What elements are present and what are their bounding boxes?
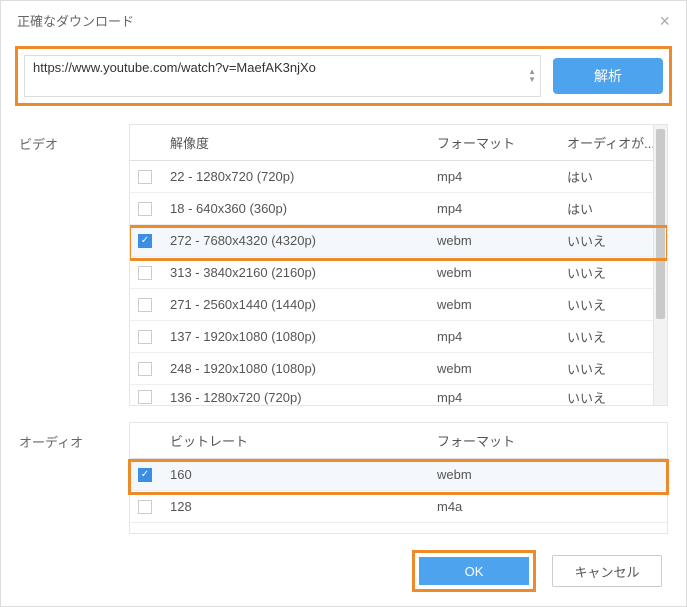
audio-section-label: オーディオ: [19, 422, 129, 534]
cell-audio: はい: [567, 167, 667, 186]
cell-audio: いいえ: [567, 295, 667, 314]
cancel-button[interactable]: キャンセル: [552, 555, 662, 587]
col-header-resolution: 解像度: [170, 133, 437, 152]
table-row[interactable]: [130, 523, 667, 533]
ok-button[interactable]: OK: [419, 557, 529, 585]
cell-resolution: 22 - 1280x720 (720p): [170, 169, 437, 184]
checkbox[interactable]: ✓: [138, 234, 152, 248]
cell-audio: いいえ: [567, 388, 667, 407]
ok-highlight: OK: [412, 550, 536, 592]
cell-resolution: 313 - 3840x2160 (2160p): [170, 265, 437, 280]
cell-format: webm: [437, 361, 567, 376]
video-section-label: ビデオ: [19, 124, 129, 406]
cell-audio: いいえ: [567, 231, 667, 250]
col-header-audio: オーディオが...: [567, 133, 667, 152]
col-header-bitrate: ビットレート: [170, 431, 437, 450]
window-title: 正確なダウンロード: [17, 11, 134, 30]
scroll-thumb[interactable]: [656, 129, 665, 319]
url-input[interactable]: https://www.youtube.com/watch?v=MaefAK3n…: [24, 55, 541, 97]
table-row[interactable]: 137 - 1920x1080 (1080p)mp4いいえ: [130, 321, 667, 353]
cell-resolution: 248 - 1920x1080 (1080p): [170, 361, 437, 376]
table-row[interactable]: 271 - 2560x1440 (1440p)webmいいえ: [130, 289, 667, 321]
analyze-button[interactable]: 解析: [553, 58, 663, 94]
cell-aformat: m4a: [437, 499, 667, 514]
cell-format: webm: [437, 233, 567, 248]
checkbox[interactable]: [138, 298, 152, 312]
checkbox[interactable]: [138, 500, 152, 514]
table-row[interactable]: 18 - 640x360 (360p)mp4はい: [130, 193, 667, 225]
checkbox[interactable]: [138, 170, 152, 184]
checkbox[interactable]: [138, 266, 152, 280]
spinner-icon[interactable]: ▲▼: [528, 68, 536, 84]
cell-resolution: 271 - 2560x1440 (1440p): [170, 297, 437, 312]
checkbox[interactable]: [138, 362, 152, 376]
table-row[interactable]: 22 - 1280x720 (720p)mp4はい: [130, 161, 667, 193]
cell-format: mp4: [437, 390, 567, 405]
cell-resolution: 18 - 640x360 (360p): [170, 201, 437, 216]
cell-audio: いいえ: [567, 327, 667, 346]
checkbox[interactable]: [138, 202, 152, 216]
cell-audio: いいえ: [567, 263, 667, 282]
cell-resolution: 272 - 7680x4320 (4320p): [170, 233, 437, 248]
audio-table: ビットレート フォーマット ✓ 160webm 128m4a: [129, 422, 668, 534]
video-scrollbar[interactable]: [653, 125, 667, 405]
close-icon[interactable]: ×: [659, 12, 670, 30]
table-row[interactable]: ✓ 272 - 7680x4320 (4320p)webmいいえ: [130, 225, 667, 257]
cell-format: mp4: [437, 201, 567, 216]
cell-resolution: 136 - 1280x720 (720p): [170, 390, 437, 405]
checkbox[interactable]: ✓: [138, 468, 152, 482]
col-header-format: フォーマット: [437, 133, 567, 152]
cell-aformat: webm: [437, 467, 667, 482]
url-section: https://www.youtube.com/watch?v=MaefAK3n…: [15, 46, 672, 106]
cell-resolution: 137 - 1920x1080 (1080p): [170, 329, 437, 344]
cell-audio: はい: [567, 199, 667, 218]
cell-format: webm: [437, 265, 567, 280]
checkbox[interactable]: [138, 330, 152, 344]
table-row[interactable]: 313 - 3840x2160 (2160p)webmいいえ: [130, 257, 667, 289]
cell-audio: いいえ: [567, 359, 667, 378]
table-row[interactable]: ✓ 160webm: [130, 459, 667, 491]
cell-bitrate: 128: [170, 499, 437, 514]
checkbox[interactable]: [138, 390, 152, 404]
cell-bitrate: 160: [170, 467, 437, 482]
cell-format: webm: [437, 297, 567, 312]
url-text: https://www.youtube.com/watch?v=MaefAK3n…: [33, 60, 316, 75]
cell-format: mp4: [437, 169, 567, 184]
video-table: 解像度 フォーマット オーディオが... 22 - 1280x720 (720p…: [129, 124, 668, 406]
table-row[interactable]: 248 - 1920x1080 (1080p)webmいいえ: [130, 353, 667, 385]
cell-format: mp4: [437, 329, 567, 344]
table-row[interactable]: 136 - 1280x720 (720p)mp4いいえ: [130, 385, 667, 406]
table-row[interactable]: 128m4a: [130, 491, 667, 523]
col-header-aformat: フォーマット: [437, 431, 667, 450]
